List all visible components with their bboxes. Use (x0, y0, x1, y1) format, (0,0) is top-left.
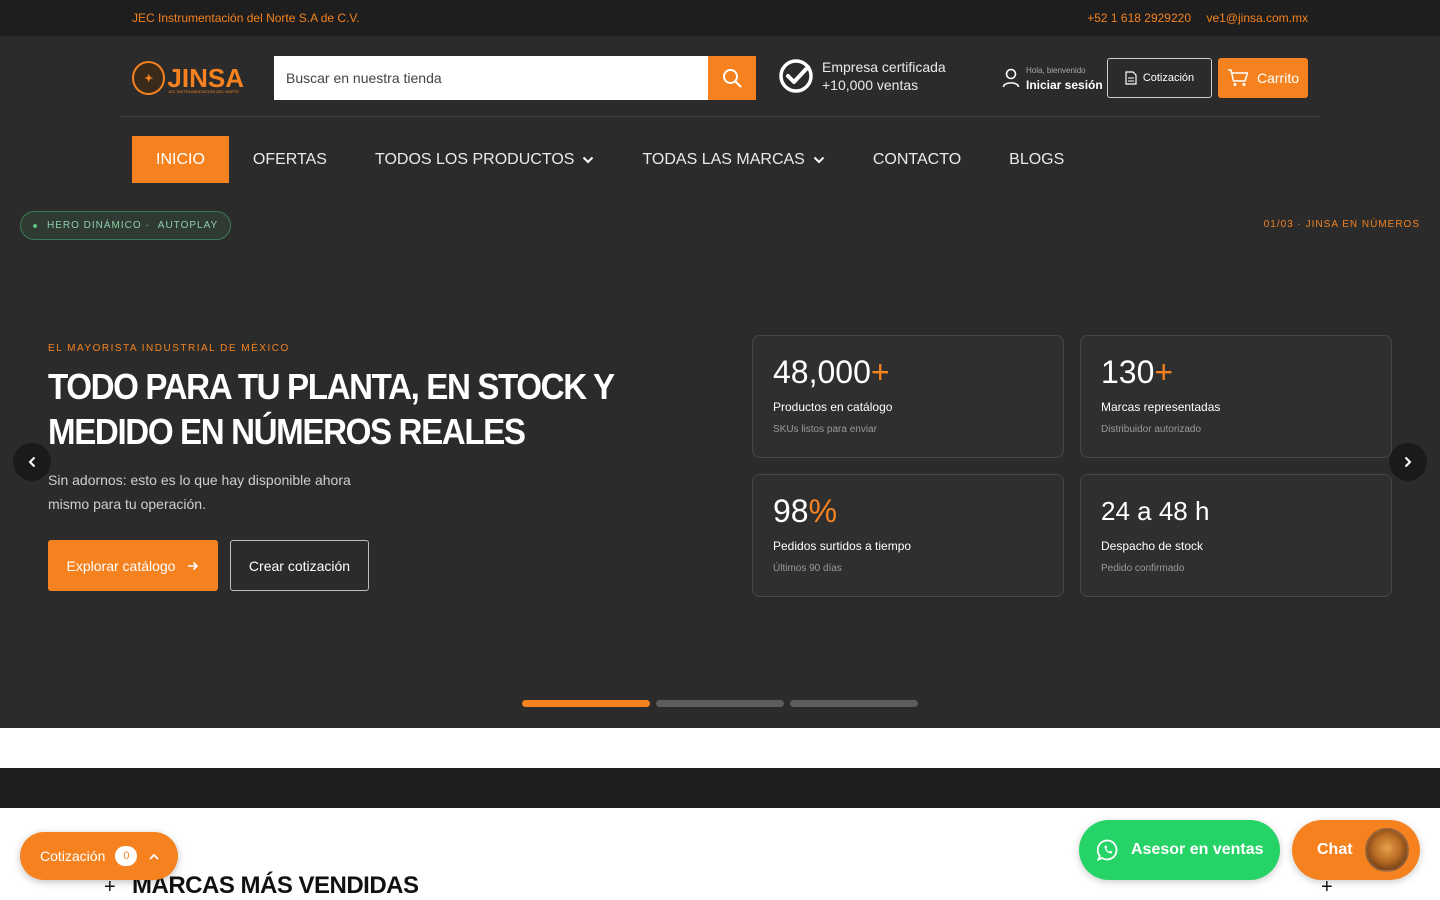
cert-line-1: Empresa certificada (822, 59, 946, 75)
cart-button[interactable]: Carrito (1218, 58, 1308, 98)
login-action: Iniciar sesión (1026, 78, 1103, 92)
quote-button-label: Cotización (1142, 72, 1195, 84)
cart-icon (1227, 69, 1249, 86)
chevron-left-icon (28, 456, 36, 468)
stat-label: Productos en catálogo (773, 400, 893, 414)
chevron-down-icon (813, 156, 825, 163)
carousel-indicator-3[interactable] (790, 700, 918, 707)
stat-value: 48,000 (773, 354, 871, 390)
cart-button-label: Carrito (1256, 70, 1299, 86)
logo-word: JINSA (167, 63, 244, 93)
slide-counter: 01/03 · JINSA EN NÚMEROS (1263, 219, 1420, 230)
chevron-up-icon (149, 853, 160, 860)
login-link[interactable]: Hola, bienvenido Iniciar sesión (1002, 64, 1103, 92)
hero-description: Sin adornos: esto es lo que hay disponib… (48, 472, 351, 512)
stat-card-dispatch: 24 a 48 h Despacho de stock Pedido confi… (1080, 474, 1392, 597)
quote-button[interactable]: Cotización (1107, 58, 1212, 98)
hero-tag-part-2: AUTOPLAY (157, 220, 219, 231)
plus-icon: + (104, 876, 116, 898)
stat-label: Pedidos surtidos a tiempo (773, 539, 912, 553)
plus-icon: + (1321, 876, 1333, 898)
main-nav: INICIO OFERTAS TODOS LOS PRODUCTOS TODAS… (132, 136, 1088, 183)
chat-label: Chat (1317, 841, 1353, 858)
brands-section-title: MARCAS MÁS VENDIDAS (132, 872, 419, 899)
nav-item-marcas[interactable]: TODAS LAS MARCAS (618, 136, 848, 183)
floating-quote-button[interactable]: Cotización 0 (20, 832, 178, 880)
status-dot-icon (33, 223, 37, 228)
login-greeting: Hola, bienvenido (1026, 66, 1086, 75)
hero-tag: HERO DINÁMICO · AUTOPLAY (20, 211, 232, 240)
hero-eyebrow: EL MAYORISTA INDUSTRIAL DE MÉXICO (48, 343, 290, 354)
chevron-right-icon (1404, 456, 1412, 468)
search-icon (723, 69, 742, 88)
user-icon (1002, 68, 1020, 88)
stat-sublabel: Pedido confirmado (1101, 563, 1185, 574)
whatsapp-label: Asesor en ventas (1131, 841, 1264, 858)
whatsapp-sales-button[interactable]: Asesor en ventas (1079, 820, 1280, 880)
search-bar (274, 56, 756, 100)
certification: Empresa certificada +10,000 ventas (778, 58, 946, 94)
top-bar: JEC Instrumentación del Norte S.A de C.V… (0, 0, 1440, 36)
logo[interactable]: ✦ JINSA JEC INSTRUMENTACIÓN DEL NORTE (132, 60, 244, 96)
carousel-next-button[interactable] (1389, 443, 1427, 481)
stat-value: 130 (1101, 354, 1155, 390)
chat-button[interactable]: Chat (1292, 820, 1420, 880)
create-quote-button[interactable]: Crear cotización (230, 540, 369, 591)
cert-line-2: +10,000 ventas (822, 77, 919, 93)
dark-band (0, 768, 1440, 808)
stat-sublabel: SKUs listos para enviar (773, 424, 877, 435)
hero-tag-part-1: HERO DINÁMICO · (47, 220, 150, 231)
chevron-down-icon (583, 156, 594, 163)
email-link[interactable]: ve1@jinsa.com.mx (1206, 11, 1308, 25)
stat-label: Despacho de stock (1101, 539, 1204, 553)
company-name: JEC Instrumentación del Norte S.A de C.V… (132, 11, 360, 25)
phone-link[interactable]: +52 1 618 2929220 (1087, 11, 1191, 25)
header-hero: ✦ JINSA JEC INSTRUMENTACIÓN DEL NORTE Em… (0, 36, 1440, 728)
nav-item-productos[interactable]: TODOS LOS PRODUCTOS (351, 136, 618, 183)
search-input[interactable] (274, 56, 708, 100)
stat-accent: + (1154, 354, 1174, 390)
carousel-indicator-2[interactable] (656, 700, 784, 707)
stat-card-on-time: 98% Pedidos surtidos a tiempo Últimos 90… (752, 474, 1064, 597)
carousel-prev-button[interactable] (13, 443, 51, 481)
nav-item-contacto[interactable]: CONTACTO (849, 136, 985, 183)
floating-quote-label: Cotización (40, 848, 106, 864)
stat-label: Marcas representadas (1101, 400, 1221, 414)
explore-catalog-button[interactable]: Explorar catálogo (48, 540, 218, 591)
hero-headline: TODO PARA TU PLANTA, EN STOCK Y MEDIDO E… (48, 366, 614, 452)
arrow-right-icon (188, 561, 199, 570)
logo-emblem-icon: ✦ (132, 61, 166, 95)
whatsapp-icon (1097, 839, 1118, 861)
check-badge-icon (779, 59, 813, 93)
stat-accent: + (870, 354, 890, 390)
carousel-indicator-1[interactable] (522, 700, 650, 707)
stat-card-brands: 130+ Marcas representadas Distribuidor a… (1080, 335, 1392, 458)
search-button[interactable] (708, 56, 756, 100)
quote-count-badge: 0 (115, 846, 138, 866)
stat-value: 98 (773, 493, 809, 529)
stat-accent: % (808, 493, 838, 529)
lion-mascot-avatar (1365, 828, 1409, 872)
nav-item-ofertas[interactable]: OFERTAS (229, 136, 351, 183)
stat-sublabel: Últimos 90 días (773, 563, 842, 574)
document-icon (1125, 71, 1137, 85)
header-divider (120, 116, 1320, 117)
stat-value: 24 a 48 h (1101, 496, 1210, 526)
nav-item-inicio[interactable]: INICIO (132, 136, 229, 183)
stat-sublabel: Distribuidor autorizado (1101, 424, 1202, 435)
logo-subtitle: JEC INSTRUMENTACIÓN DEL NORTE (168, 89, 240, 94)
nav-item-blogs[interactable]: BLOGS (985, 136, 1088, 183)
stat-card-products: 48,000+ Productos en catálogo SKUs listo… (752, 335, 1064, 458)
carousel-indicators (522, 700, 918, 707)
